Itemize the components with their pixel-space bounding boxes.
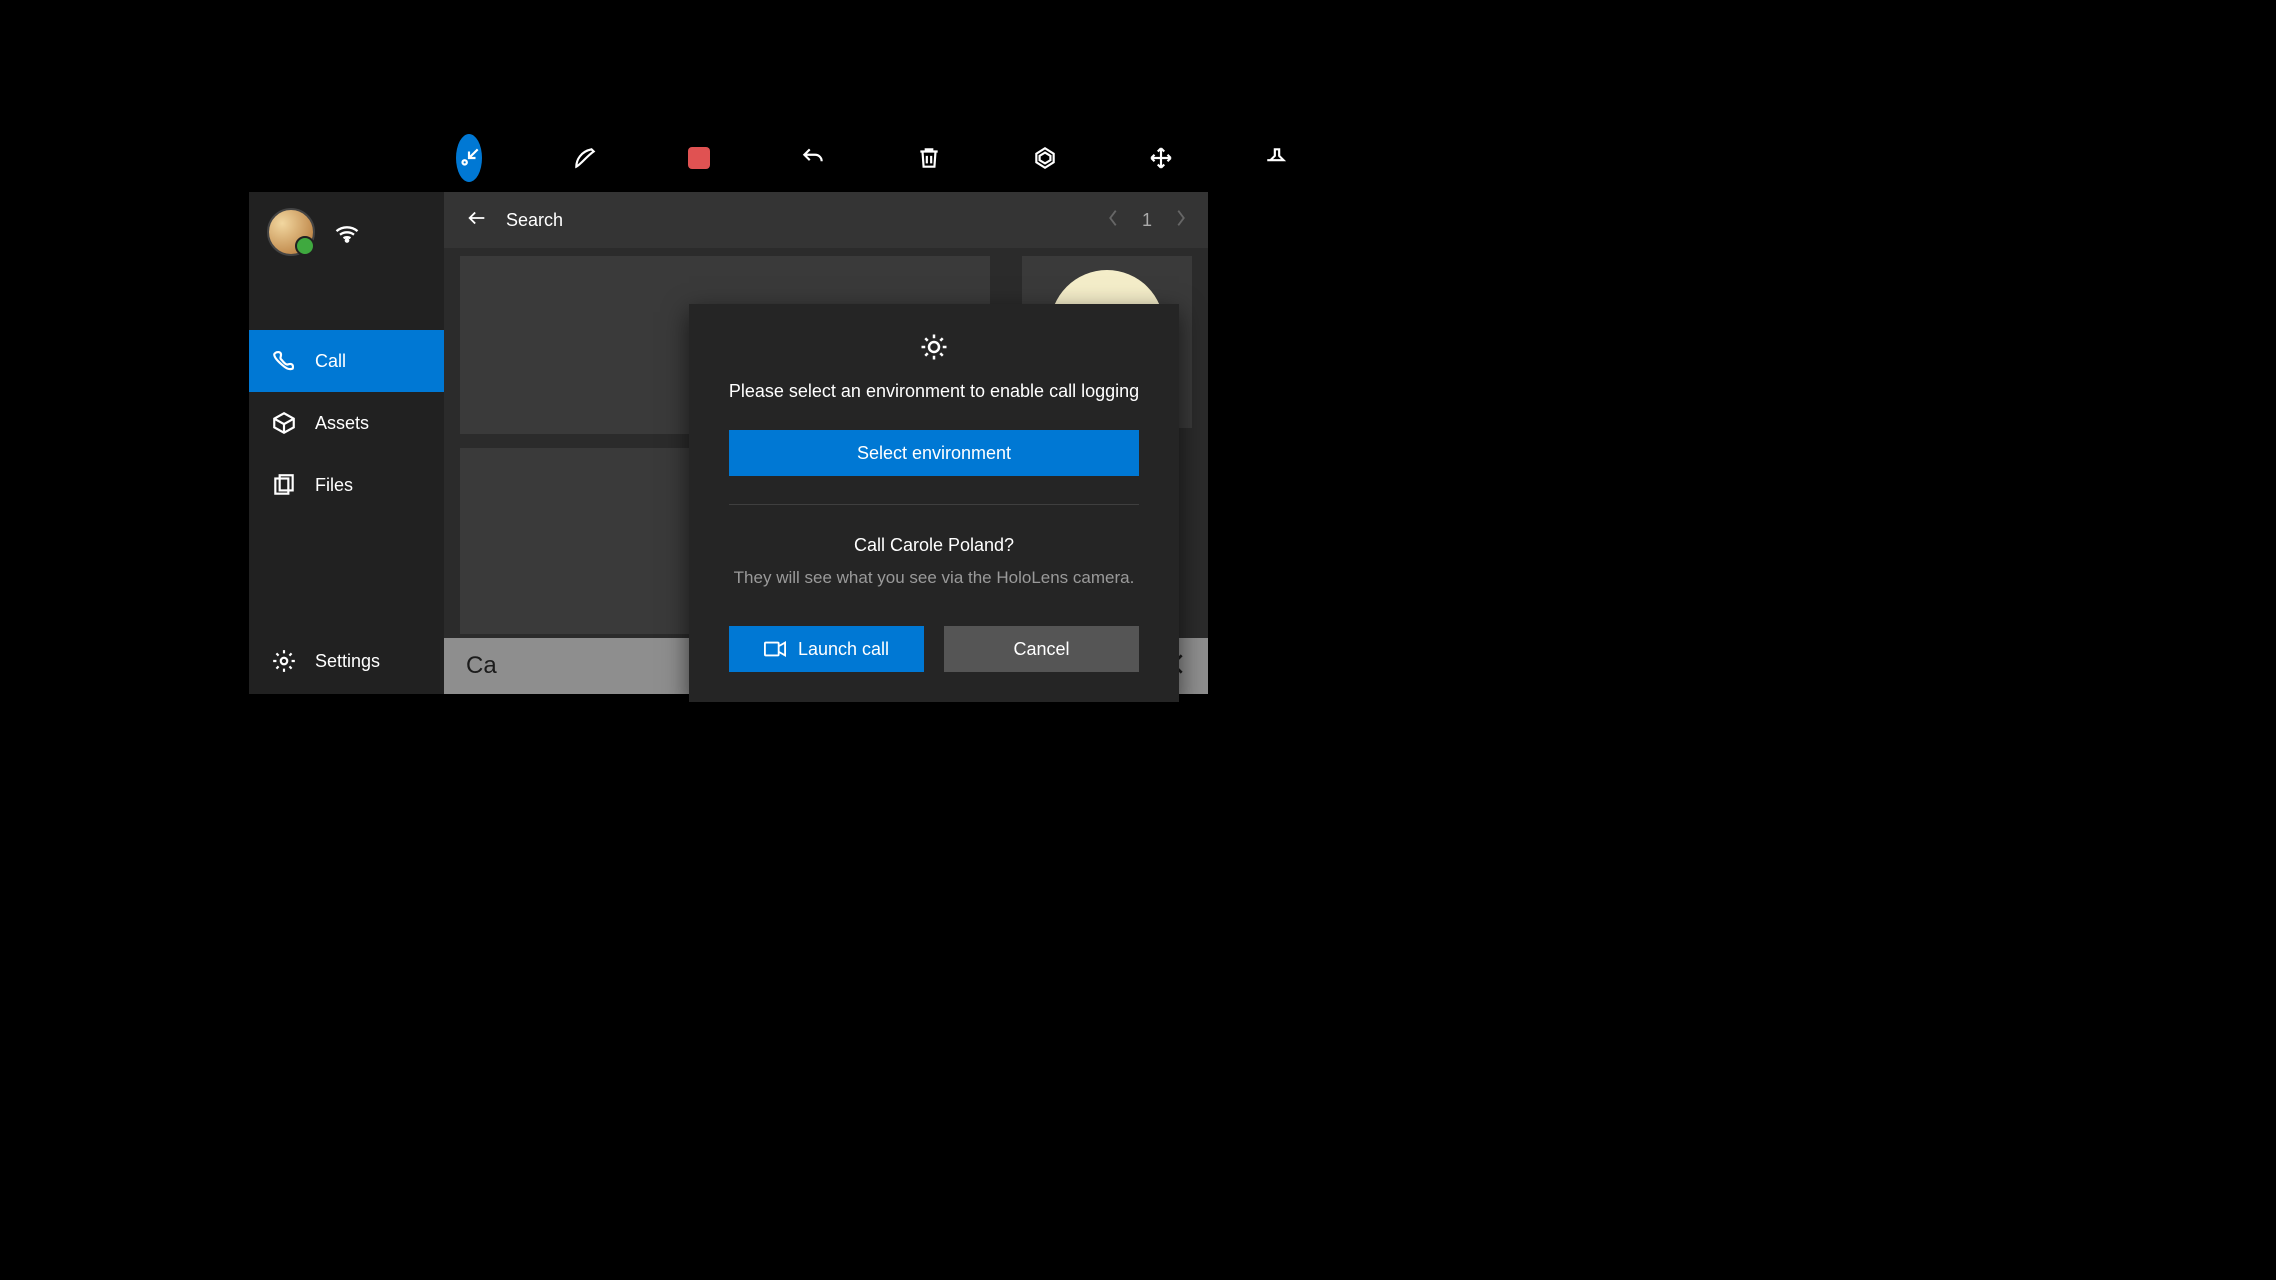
draw-button[interactable] bbox=[572, 134, 598, 182]
page-next[interactable] bbox=[1174, 207, 1188, 234]
chevron-left-icon bbox=[1106, 207, 1120, 229]
undo-icon bbox=[800, 145, 826, 171]
stop-icon bbox=[688, 147, 710, 169]
move-button[interactable] bbox=[1148, 134, 1174, 182]
cancel-button[interactable]: Cancel bbox=[944, 626, 1139, 672]
sidebar-header bbox=[249, 192, 444, 256]
pager: 1 bbox=[1106, 207, 1188, 234]
arrow-in-icon bbox=[456, 145, 482, 171]
nav-label: Assets bbox=[315, 413, 369, 434]
target-icon bbox=[1032, 145, 1058, 171]
launch-call-button[interactable]: Launch call bbox=[729, 626, 924, 672]
arrow-left-icon bbox=[466, 207, 488, 229]
pencil-icon bbox=[572, 145, 598, 171]
content-area: HR Hilary Reyes Please select an environ… bbox=[444, 248, 1208, 694]
phone-icon bbox=[271, 348, 297, 374]
sidebar-item-settings[interactable]: Settings bbox=[249, 648, 444, 674]
sidebar-item-call[interactable]: Call bbox=[249, 330, 444, 392]
pin-icon bbox=[1264, 145, 1290, 171]
app-window: Call Assets Files Settings Search bbox=[249, 192, 1208, 694]
minimize-button[interactable] bbox=[456, 134, 482, 182]
move-icon bbox=[1148, 145, 1174, 171]
sidebar-nav: Call Assets Files bbox=[249, 330, 444, 516]
env-message: Please select an environment to enable c… bbox=[729, 381, 1139, 402]
sidebar-item-assets[interactable]: Assets bbox=[249, 392, 444, 454]
delete-button[interactable] bbox=[916, 134, 942, 182]
main-panel: Search 1 HR Hilary Reyes bbox=[444, 192, 1208, 694]
content-header: Search 1 bbox=[444, 192, 1208, 248]
files-icon bbox=[271, 472, 297, 498]
window-toolbar bbox=[249, 124, 1208, 192]
settings-label: Settings bbox=[315, 651, 380, 672]
focus-button[interactable] bbox=[1032, 134, 1058, 182]
select-environment-button[interactable]: Select environment bbox=[729, 430, 1139, 476]
wifi-icon bbox=[333, 216, 361, 249]
trash-icon bbox=[916, 145, 942, 171]
call-question: Call Carole Poland? bbox=[854, 535, 1014, 556]
cube-icon bbox=[271, 410, 297, 436]
video-icon bbox=[764, 641, 786, 657]
record-button[interactable] bbox=[688, 134, 710, 182]
launch-call-label: Launch call bbox=[798, 639, 889, 660]
nav-label: Files bbox=[315, 475, 353, 496]
cancel-label: Cancel bbox=[1013, 639, 1069, 660]
sidebar: Call Assets Files Settings bbox=[249, 192, 444, 694]
page-number: 1 bbox=[1142, 210, 1152, 231]
sidebar-item-files[interactable]: Files bbox=[249, 454, 444, 516]
undo-button[interactable] bbox=[800, 134, 826, 182]
page-prev[interactable] bbox=[1106, 207, 1120, 234]
call-dialog: Please select an environment to enable c… bbox=[689, 304, 1179, 702]
gear-icon bbox=[919, 332, 949, 367]
chevron-right-icon bbox=[1174, 207, 1188, 229]
dialog-buttons: Launch call Cancel bbox=[729, 626, 1139, 672]
header-title: Search bbox=[506, 210, 563, 231]
call-subtext: They will see what you see via the HoloL… bbox=[734, 568, 1135, 588]
user-avatar[interactable] bbox=[267, 208, 315, 256]
pin-button[interactable] bbox=[1264, 134, 1290, 182]
back-button[interactable] bbox=[466, 207, 488, 234]
select-environment-label: Select environment bbox=[857, 443, 1011, 464]
gear-icon bbox=[271, 648, 297, 674]
divider bbox=[729, 504, 1139, 505]
nav-label: Call bbox=[315, 351, 346, 372]
